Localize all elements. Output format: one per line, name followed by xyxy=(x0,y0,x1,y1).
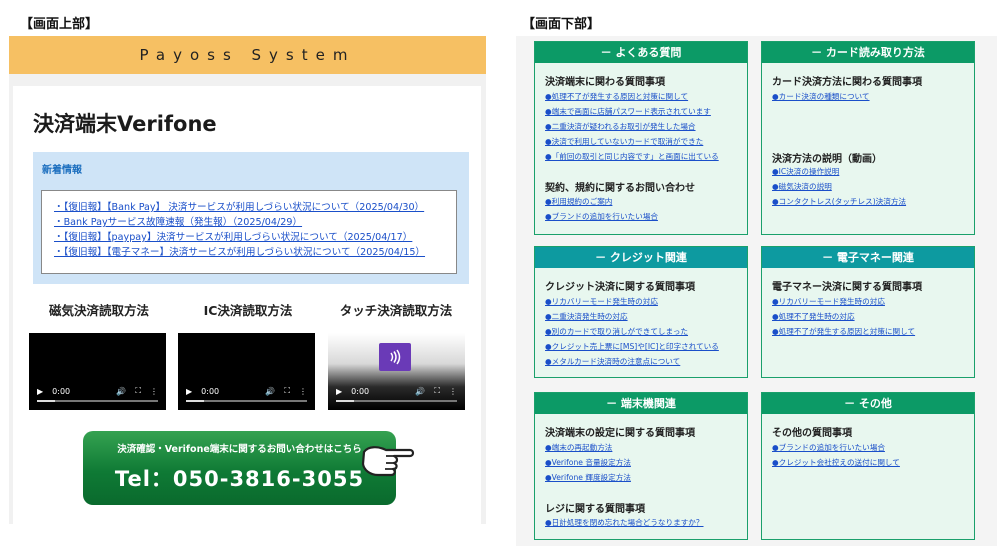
news-section: 新着情報 ・【復旧報】【Bank Pay】 決済サービスが利用しづらい状況につい… xyxy=(33,152,469,284)
play-icon[interactable]: ▶ xyxy=(186,387,192,396)
card-reading-box: － カード読み取り方法 カード決済方法に関わる質問事項 ●カード決済の種類につい… xyxy=(761,41,975,235)
video-player-ic[interactable]: ▶ 0:00 🔊 ⛶ ⋮ xyxy=(178,333,315,410)
video-time: 0:00 xyxy=(201,386,220,396)
news-item[interactable]: ・【復旧報】【paypay】決済サービスが利用しづらい状況について（2025/0… xyxy=(54,230,456,245)
credit-title: － クレジット関連 xyxy=(535,247,747,268)
volume-icon[interactable]: 🔊 xyxy=(265,387,275,396)
volume-icon[interactable]: 🔊 xyxy=(415,387,425,396)
news-item[interactable]: ・【復旧報】【電子マネー】決済サービスが利用しづらい状況について（2025/04… xyxy=(54,245,456,260)
fullscreen-icon[interactable]: ⛶ xyxy=(434,386,440,396)
faq-link[interactable]: ●利用規約のご案内 xyxy=(545,196,612,207)
credit-box: － クレジット関連 クレジット決済に関する質問事項 ●リカバリーモード発生時の対… xyxy=(534,246,748,378)
contactless-icon xyxy=(379,343,411,371)
news-heading: 新着情報 xyxy=(42,165,82,176)
faq-link[interactable]: ●ブランドの追加を行いたい場合 xyxy=(545,211,658,222)
emoney-section-heading: 電子マネー決済に関する質問事項 xyxy=(772,282,922,293)
more-icon[interactable]: ⋮ xyxy=(299,387,307,396)
system-banner: Payoss System xyxy=(9,36,486,74)
faq-link[interactable]: ●二重決済が疑われるお取引が発生した場合 xyxy=(545,121,696,132)
emoney-link[interactable]: ●処理不了が発生する原因と対策に関して xyxy=(772,326,915,337)
news-link[interactable]: ・【復旧報】【Bank Pay】 決済サービスが利用しづらい状況について（202… xyxy=(54,202,424,213)
other-box: － その他 その他の質問事項 ●ブランドの追加を行いたい場合 ●クレジット会社控… xyxy=(761,392,975,540)
faq-title: － よくある質問 xyxy=(535,42,747,63)
terminal-section-heading: 決済端末の設定に関する質問事項 xyxy=(545,428,695,439)
terminal-box: － 端末機関連 決済端末の設定に関する質問事項 ●端末の再起動方法 ●Verif… xyxy=(534,392,748,540)
contract-section-heading: 契約、規約に関するお問い合わせ xyxy=(545,183,695,194)
news-item[interactable]: ・【復旧報】【Bank Pay】 決済サービスが利用しづらい状況について（202… xyxy=(54,200,456,215)
terminal-link[interactable]: ●端末の再起動方法 xyxy=(545,442,612,453)
credit-link[interactable]: ●クレジット売上票に[MS]や[IC]と印字されている xyxy=(545,341,719,352)
fullscreen-icon[interactable]: ⛶ xyxy=(135,386,141,396)
video-label-ic: IC決済読取方法 xyxy=(203,303,293,318)
video-progress-bar[interactable] xyxy=(336,400,457,402)
emoney-link[interactable]: ●リカバリーモード発生時の対応 xyxy=(772,296,885,307)
other-section-heading: その他の質問事項 xyxy=(772,428,852,439)
terminal-link[interactable]: ●日計処理を閉め忘れた場合どうなりますか？ xyxy=(545,517,704,528)
faq-link[interactable]: ●決済で利用していないカードで取消ができた xyxy=(545,136,703,147)
faq-link[interactable]: ●端末で画面に店舗パスワード表示されています xyxy=(545,106,711,117)
play-icon[interactable]: ▶ xyxy=(336,387,342,396)
video-time: 0:00 xyxy=(351,386,370,396)
card-reading-title: － カード読み取り方法 xyxy=(762,42,974,63)
register-section-heading: レジに関する質問事項 xyxy=(545,504,645,515)
news-link[interactable]: ・Bank Payサービス故障速報（発生報）（2025/04/29） xyxy=(54,217,302,228)
contact-phone: Tel：050-3816-3055 xyxy=(114,467,365,491)
play-icon[interactable]: ▶ xyxy=(37,387,43,396)
card-link[interactable]: ●カード決済の種類について xyxy=(772,91,870,102)
video-label-magnetic: 磁気決済読取方法 xyxy=(48,303,149,318)
more-icon[interactable]: ⋮ xyxy=(449,387,457,396)
card-section-heading: カード決済方法に関わる質問事項 xyxy=(772,77,922,88)
terminal-link[interactable]: ●Verifone 輝度設定方法 xyxy=(545,472,631,483)
card-link[interactable]: ●磁気決済の説明 xyxy=(772,181,832,192)
emoney-box: － 電子マネー関連 電子マネー決済に関する質問事項 ●リカバリーモード発生時の対… xyxy=(761,246,975,378)
volume-icon[interactable]: 🔊 xyxy=(116,387,126,396)
other-title: － その他 xyxy=(762,393,974,414)
pointing-hand-icon xyxy=(361,446,415,477)
credit-link[interactable]: ●メタルカード決済時の注意点について xyxy=(545,356,680,367)
page-title: 決済端末Verifone xyxy=(33,112,217,136)
news-list-box: ・【復旧報】【Bank Pay】 決済サービスが利用しづらい状況について（202… xyxy=(41,190,457,274)
faq-section-heading: 決済端末に関わる質問事項 xyxy=(545,77,665,88)
caption-bottom: 【画面下部】 xyxy=(522,17,601,32)
more-icon[interactable]: ⋮ xyxy=(150,387,158,396)
video-player-touch[interactable]: ▶ 0:00 🔊 ⛶ ⋮ xyxy=(328,333,465,410)
terminal-link[interactable]: ●Verifone 音量設定方法 xyxy=(545,457,631,468)
video-label-touch: タッチ決済読取方法 xyxy=(339,303,453,318)
credit-link[interactable]: ●別のカードで取り消しができてしまった xyxy=(545,326,688,337)
credit-link[interactable]: ●リカバリーモード発生時の対応 xyxy=(545,296,658,307)
news-item[interactable]: ・Bank Payサービス故障速報（発生報）（2025/04/29） xyxy=(54,215,456,230)
other-link[interactable]: ●ブランドの追加を行いたい場合 xyxy=(772,442,885,453)
video-progress-bar[interactable] xyxy=(186,400,307,402)
emoney-title: － 電子マネー関連 xyxy=(762,247,974,268)
credit-link[interactable]: ●二重決済発生時の対応 xyxy=(545,311,628,322)
card-link[interactable]: ●IC決済の操作説明 xyxy=(772,166,839,177)
faq-link[interactable]: ●処理不了が発生する原因と対策に関して xyxy=(545,91,688,102)
faq-box: － よくある質問 決済端末に関わる質問事項 ●処理不了が発生する原因と対策に関し… xyxy=(534,41,748,235)
fullscreen-icon[interactable]: ⛶ xyxy=(284,386,290,396)
other-link[interactable]: ●クレジット会社控えの送付に関して xyxy=(772,457,900,468)
video-time: 0:00 xyxy=(52,386,71,396)
video-player-magnetic[interactable]: ▶ 0:00 🔊 ⛶ ⋮ xyxy=(29,333,166,410)
credit-section-heading: クレジット決済に関する質問事項 xyxy=(545,282,695,293)
terminal-title: － 端末機関連 xyxy=(535,393,747,414)
faq-link[interactable]: ●「前回の取引と同じ内容です」と画面に出ている xyxy=(545,151,719,162)
contact-button[interactable]: 決済確認・Verifone端末に関するお問い合わせはこちら Tel：050-38… xyxy=(83,431,396,505)
emoney-link[interactable]: ●処理不了発生時の対応 xyxy=(772,311,855,322)
caption-top: 【画面上部】 xyxy=(20,17,99,32)
page-bottom-panel: － よくある質問 決済端末に関わる質問事項 ●処理不了が発生する原因と対策に関し… xyxy=(516,36,997,546)
video-progress-bar[interactable] xyxy=(37,400,158,402)
contact-caption: 決済確認・Verifone端末に関するお問い合わせはこちら xyxy=(117,444,362,455)
video-section-heading: 決済方法の説明（動画） xyxy=(772,154,882,165)
news-link[interactable]: ・【復旧報】【電子マネー】決済サービスが利用しづらい状況について（2025/04… xyxy=(54,247,425,258)
card-link[interactable]: ●コンタクトレス(タッチレス)決済方法 xyxy=(772,196,906,207)
news-link[interactable]: ・【復旧報】【paypay】決済サービスが利用しづらい状況について（2025/0… xyxy=(54,232,412,243)
